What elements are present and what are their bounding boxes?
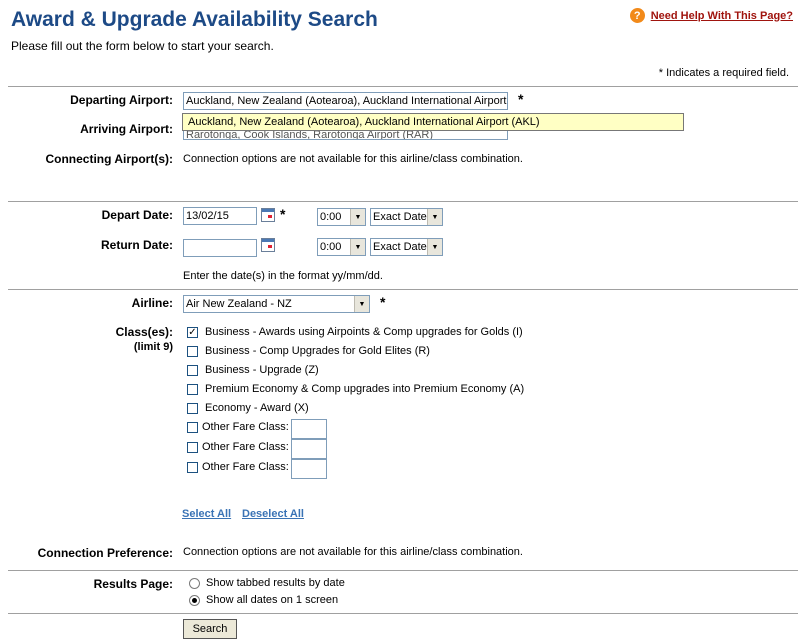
radio-all-dates[interactable]	[189, 595, 200, 606]
class-label: Economy - Award (X)	[205, 402, 309, 414]
depart-date-label: Depart Date:	[101, 208, 173, 222]
radio-all-label: Show all dates on 1 screen	[206, 594, 339, 606]
required-note: * Indicates a required field.	[658, 67, 789, 79]
class-label: Business - Awards using Airpoints & Comp…	[205, 326, 523, 338]
required-star: *	[518, 91, 524, 107]
airline-label: Airline:	[131, 296, 173, 310]
airline-select[interactable]: Air New Zealand - NZ ▼	[183, 295, 370, 313]
search-button[interactable]: Search	[183, 619, 237, 639]
depart-time-value: 0:00	[320, 211, 342, 223]
other-fare-label: Other Fare Class:	[202, 421, 289, 433]
other-fare-label: Other Fare Class:	[202, 461, 289, 473]
classes-limit: (limit 9)	[133, 341, 173, 353]
deselect-all-link[interactable]: Deselect All	[242, 508, 304, 520]
other-fare-input[interactable]	[291, 439, 327, 459]
class-checkbox-x[interactable]	[187, 403, 198, 414]
chevron-down-icon: ▼	[350, 209, 365, 225]
autocomplete-suggestion[interactable]: Auckland, New Zealand (Aotearoa), Auckla…	[182, 113, 684, 131]
class-label: Business - Upgrade (Z)	[205, 364, 319, 376]
arriving-label: Arriving Airport:	[80, 122, 173, 136]
return-date-label: Return Date:	[100, 238, 173, 252]
connection-preference-note: Connection options are not available for…	[183, 546, 523, 558]
connection-preference-label: Connection Preference:	[37, 546, 173, 560]
other-fare-label: Other Fare Class:	[202, 441, 289, 453]
results-page-label: Results Page:	[93, 577, 173, 591]
chevron-down-icon: ▼	[427, 239, 442, 255]
calendar-icon[interactable]	[261, 238, 275, 252]
select-all-link[interactable]: Select All	[182, 508, 231, 520]
other-fare-checkbox[interactable]	[187, 462, 198, 473]
class-label: Premium Economy & Comp upgrades into Pre…	[205, 383, 525, 395]
departing-label: Departing Airport:	[70, 93, 173, 107]
depart-flex-select[interactable]: Exact Date ▼	[370, 208, 443, 226]
departing-airport-input[interactable]: Auckland, New Zealand (Aotearoa), Auckla…	[183, 92, 508, 110]
chevron-down-icon: ▼	[350, 239, 365, 255]
class-label: Business - Comp Upgrades for Gold Elites…	[205, 345, 430, 357]
connecting-label: Connecting Airport(s):	[45, 152, 173, 166]
return-flex-value: Exact Date	[373, 241, 427, 253]
class-checkbox-r[interactable]	[187, 346, 198, 357]
chevron-down-icon: ▼	[427, 209, 442, 225]
return-date-input[interactable]	[183, 239, 257, 257]
other-fare-checkbox[interactable]	[187, 442, 198, 453]
class-checkbox-a[interactable]	[187, 384, 198, 395]
help-link[interactable]: Need Help With This Page?	[651, 10, 793, 22]
divider	[8, 86, 798, 87]
date-format-hint: Enter the date(s) in the format yy/mm/dd…	[183, 270, 383, 282]
divider	[8, 613, 798, 614]
divider	[8, 289, 798, 290]
depart-flex-value: Exact Date	[373, 211, 427, 223]
class-checkbox-z[interactable]	[187, 365, 198, 376]
radio-tabbed-results[interactable]	[189, 578, 200, 589]
return-flex-select[interactable]: Exact Date ▼	[370, 238, 443, 256]
help-icon[interactable]: ?	[629, 8, 645, 23]
class-checkbox-i[interactable]: ✓	[187, 327, 198, 338]
other-fare-input[interactable]	[291, 419, 327, 439]
calendar-icon[interactable]	[261, 208, 275, 222]
airline-value: Air New Zealand - NZ	[186, 298, 292, 310]
radio-tabbed-label: Show tabbed results by date	[206, 577, 345, 589]
return-time-select[interactable]: 0:00 ▼	[317, 238, 366, 256]
help-area[interactable]: ? Need Help With This Page?	[629, 8, 793, 23]
other-fare-input[interactable]	[291, 459, 327, 479]
connecting-note: Connection options are not available for…	[183, 153, 523, 165]
other-fare-checkbox[interactable]	[187, 422, 198, 433]
divider	[8, 201, 798, 202]
divider	[8, 570, 798, 571]
required-star: *	[280, 206, 286, 222]
depart-date-input[interactable]: 13/02/15	[183, 207, 257, 225]
return-time-value: 0:00	[320, 241, 342, 253]
required-star: *	[380, 294, 386, 310]
classes-label: Class(es):	[115, 325, 173, 339]
chevron-down-icon: ▼	[354, 296, 369, 312]
page-subtitle: Please fill out the form below to start …	[11, 39, 274, 53]
depart-time-select[interactable]: 0:00 ▼	[317, 208, 366, 226]
page-title: Award & Upgrade Availability Search	[11, 8, 378, 31]
